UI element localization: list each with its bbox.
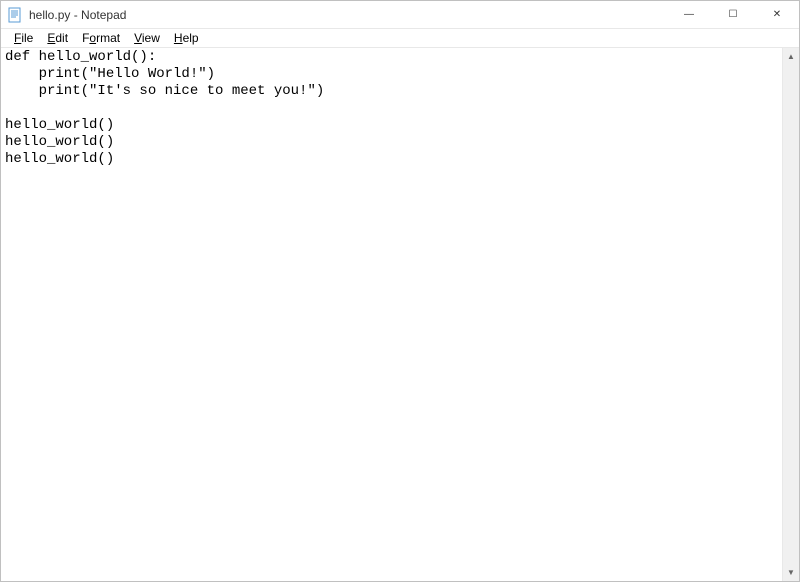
titlebar[interactable]: hello.py - Notepad — ☐ ✕ (1, 1, 799, 29)
menu-view[interactable]: View (127, 30, 167, 46)
menu-format[interactable]: Format (75, 30, 127, 46)
menu-file[interactable]: File (7, 30, 40, 46)
minimize-icon: — (684, 9, 694, 20)
menu-help[interactable]: Help (167, 30, 206, 46)
maximize-button[interactable]: ☐ (711, 1, 755, 28)
content-area: def hello_world(): print("Hello World!")… (1, 48, 799, 581)
minimize-button[interactable]: — (667, 1, 711, 28)
close-button[interactable]: ✕ (755, 1, 799, 28)
scroll-down-button[interactable]: ▼ (783, 564, 799, 581)
scroll-up-button[interactable]: ▲ (783, 48, 799, 65)
close-icon: ✕ (773, 9, 781, 20)
notepad-icon (7, 7, 23, 23)
notepad-window: hello.py - Notepad — ☐ ✕ File Edit Forma… (0, 0, 800, 582)
window-title: hello.py - Notepad (29, 8, 126, 22)
titlebar-left: hello.py - Notepad (7, 7, 126, 23)
maximize-icon: ☐ (729, 9, 738, 20)
window-controls: — ☐ ✕ (667, 1, 799, 28)
chevron-down-icon: ▼ (787, 568, 795, 577)
text-editor[interactable]: def hello_world(): print("Hello World!")… (1, 48, 782, 581)
scrollbar-track[interactable] (783, 65, 799, 564)
menubar: File Edit Format View Help (1, 29, 799, 48)
menu-edit[interactable]: Edit (40, 30, 75, 46)
vertical-scrollbar[interactable]: ▲ ▼ (782, 48, 799, 581)
chevron-up-icon: ▲ (787, 52, 795, 61)
